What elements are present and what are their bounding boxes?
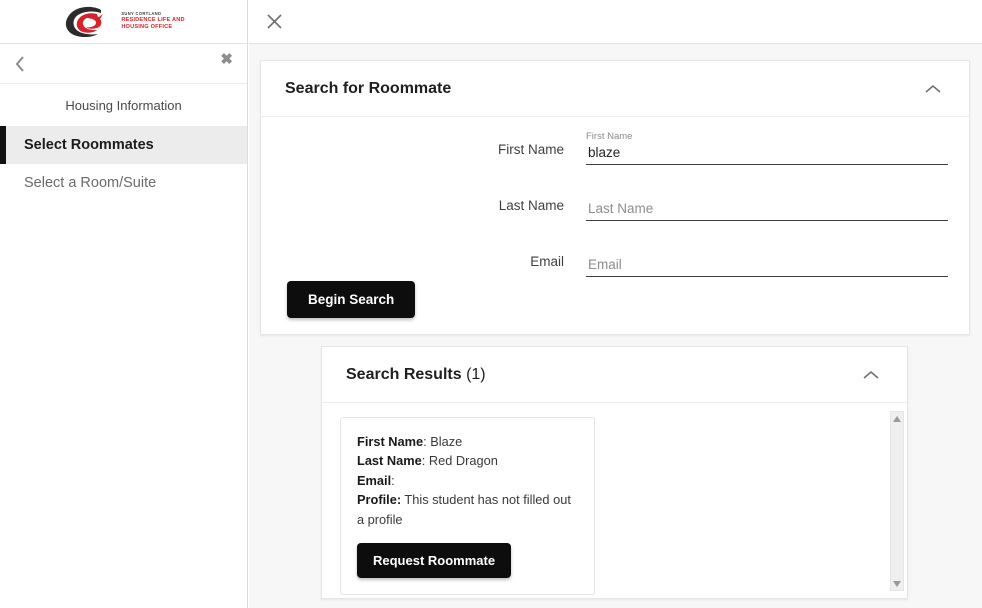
chevron-up-glyph	[863, 370, 879, 379]
result-last-name: Last Name: Red Dragon	[357, 451, 578, 470]
email-label: Email	[530, 254, 564, 269]
result-email-label: Email	[357, 472, 392, 488]
email-float-label	[586, 243, 948, 255]
email-input[interactable]	[586, 257, 948, 277]
results-panel-header: Search Results (1)	[322, 347, 907, 403]
sidebar-item-label: Select Roommates	[24, 137, 154, 153]
results-list: First Name: Blaze Last Name: Red Dragon …	[322, 403, 907, 599]
results-count: (1)	[466, 365, 486, 383]
first-name-float-label: First Name	[586, 131, 633, 142]
sidebar-nav-header: ✖	[0, 44, 247, 84]
result-first-name-label: First Name	[357, 434, 424, 449]
sidebar-item-select-roommates[interactable]: Select Roommates	[0, 126, 247, 164]
first-name-row: First Name First Name	[261, 131, 969, 165]
result-profile-label: Profile:	[357, 492, 402, 508]
result-profile: Profile: This student has not filled out…	[357, 490, 578, 529]
email-row: Email	[261, 243, 969, 277]
sidebar-logo: SUNY CORTLAND RESIDENCE LIFE AND HOUSING…	[0, 0, 247, 44]
dragon-logo-icon	[66, 6, 104, 37]
content-area: Search for Roommate First Name First Nam…	[249, 44, 982, 608]
top-bar	[249, 0, 982, 44]
last-name-row: Last Name	[261, 187, 969, 221]
last-name-input[interactable]	[586, 201, 948, 221]
result-first-name-value: : Blaze	[423, 434, 463, 449]
chevron-up-icon[interactable]	[859, 366, 883, 384]
close-glyph	[266, 13, 282, 29]
scroll-up-arrow-icon[interactable]	[891, 412, 903, 425]
request-roommate-button[interactable]: Request Roommate	[357, 543, 512, 579]
scroll-up-glyph	[893, 415, 901, 422]
logo-wordmark: SUNY CORTLAND RESIDENCE LIFE AND HOUSING…	[121, 12, 184, 30]
begin-search-button[interactable]: Begin Search	[287, 281, 416, 318]
logo-line-3: HOUSING OFFICE	[121, 23, 173, 30]
app-root: SUNY CORTLAND RESIDENCE LIFE AND HOUSING…	[0, 0, 982, 608]
first-name-label: First Name	[497, 142, 564, 157]
scroll-down-glyph	[893, 580, 901, 587]
main-region: Search for Roommate First Name First Nam…	[249, 0, 982, 608]
result-card: First Name: Blaze Last Name: Red Dragon …	[340, 417, 595, 596]
search-panel-title: Search for Roommate	[285, 79, 452, 97]
search-panel-header: Search for Roommate	[261, 61, 969, 117]
last-name-label: Last Name	[498, 198, 564, 213]
result-last-name-label: Last Name	[357, 453, 422, 469]
last-name-float-label	[586, 187, 948, 199]
search-results-panel: Search Results (1) First Name: Blaze Las…	[321, 346, 908, 599]
search-form: First Name First Name Last Name	[261, 117, 969, 336]
result-email: Email:	[357, 471, 578, 490]
chevron-left-glyph	[15, 56, 24, 72]
chevron-up-icon[interactable]	[921, 80, 945, 98]
sidebar-section-title: Housing Information	[65, 97, 182, 113]
close-icon[interactable]: ✖	[220, 50, 233, 70]
close-icon[interactable]	[261, 8, 287, 34]
results-title-text: Search Results	[346, 365, 462, 383]
result-first-name: First Name: Blaze	[357, 432, 578, 451]
search-for-roommate-panel: Search for Roommate First Name First Nam…	[260, 60, 970, 335]
chevron-up-glyph	[925, 84, 941, 93]
chevron-left-icon[interactable]	[8, 52, 32, 76]
logo-line-2: RESIDENCE LIFE AND	[121, 17, 185, 24]
results-panel-title: Search Results (1)	[346, 366, 486, 384]
result-email-value: :	[391, 472, 395, 488]
sidebar: SUNY CORTLAND RESIDENCE LIFE AND HOUSING…	[0, 0, 248, 608]
first-name-input[interactable]	[586, 145, 948, 165]
sidebar-item-label: Select a Room/Suite	[24, 175, 157, 191]
sidebar-item-select-room-suite[interactable]: Select a Room/Suite	[0, 164, 247, 202]
scroll-down-arrow-icon[interactable]	[891, 577, 903, 590]
results-scrollbar[interactable]	[890, 411, 904, 591]
result-last-name-value: : Red Dragon	[421, 453, 498, 469]
